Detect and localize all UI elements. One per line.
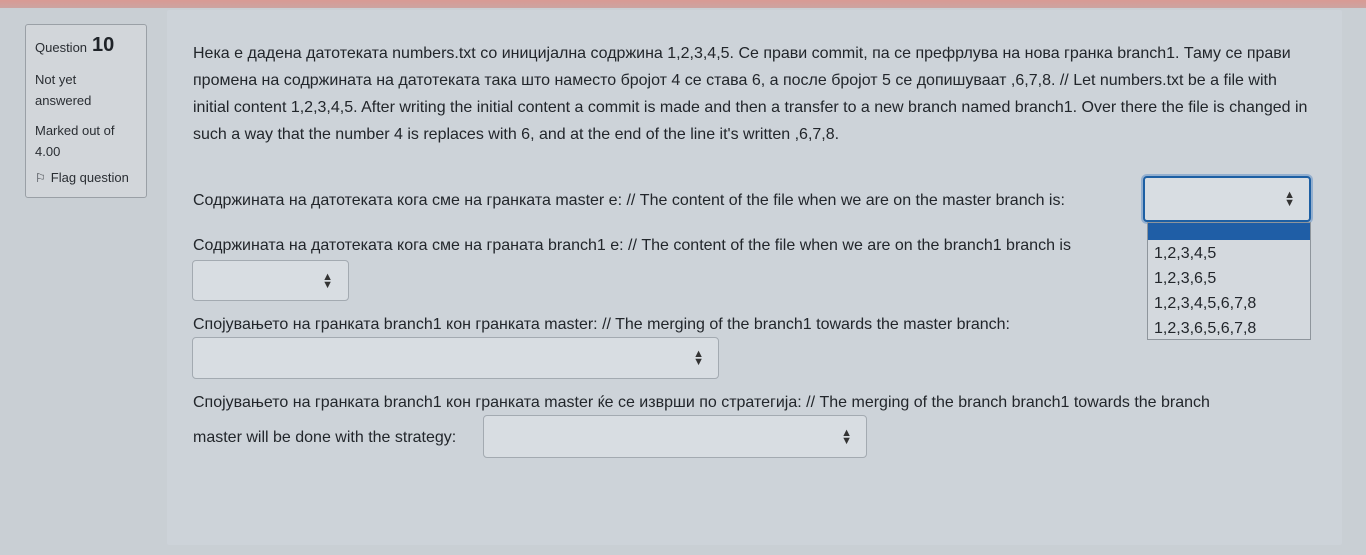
question-marks: Marked out of 4.00 [35,123,115,159]
question-text: Нека е дадена датотеката numbers.txt со … [193,45,1308,143]
dropdown-empty-option-highlighted[interactable] [1148,223,1310,240]
question-info-panel: Question 10 Not yet answered Marked out … [25,24,147,198]
prompt-strategy-line1: Спојувањето на гранката branch1 кон гран… [193,394,1210,411]
dropdown-option[interactable]: 1,2,3,6,5 [1154,270,1216,288]
merge-select[interactable]: ▲ ▼ [192,337,719,379]
flag-icon: ⚐ [35,171,46,185]
strategy-select[interactable]: ▲ ▼ [483,415,867,458]
flag-question-label: Flag question [50,170,129,185]
dropdown-option[interactable]: 1,2,3,4,5,6,7,8 [1154,295,1256,313]
dropdown-option[interactable]: 1,2,3,6,5,6,7,8 [1154,320,1256,338]
prompt-strategy-line2: master will be done with the strategy: [193,429,457,446]
question-label: Question [35,40,88,55]
select-arrows-icon: ▲ ▼ [841,426,852,447]
prompt-master-content: Содржината на датотеката кога сме на гра… [193,192,1065,209]
question-state: Not yet answered [35,72,92,108]
branch1-content-select[interactable]: ▲ ▼ [192,260,349,301]
dropdown-option[interactable]: 1,2,3,4,5 [1154,245,1216,263]
select-arrows-icon: ▲ ▼ [322,270,333,291]
prompt-merge: Спојувањето на гранката branch1 кон гран… [193,316,1010,333]
select-arrows-icon: ▲ ▼ [1284,189,1295,209]
question-number: 10 [92,34,115,56]
prompt-branch1-content: Содржината на датотеката кога сме на гра… [193,237,1071,254]
flag-question-link[interactable]: ⚐ Flag question [35,170,129,185]
master-content-dropdown: 1,2,3,4,5 1,2,3,6,5 1,2,3,4,5,6,7,8 1,2,… [1147,222,1311,340]
master-content-select[interactable]: ▲ ▼ [1143,176,1311,222]
select-arrows-icon: ▲ ▼ [693,348,704,368]
